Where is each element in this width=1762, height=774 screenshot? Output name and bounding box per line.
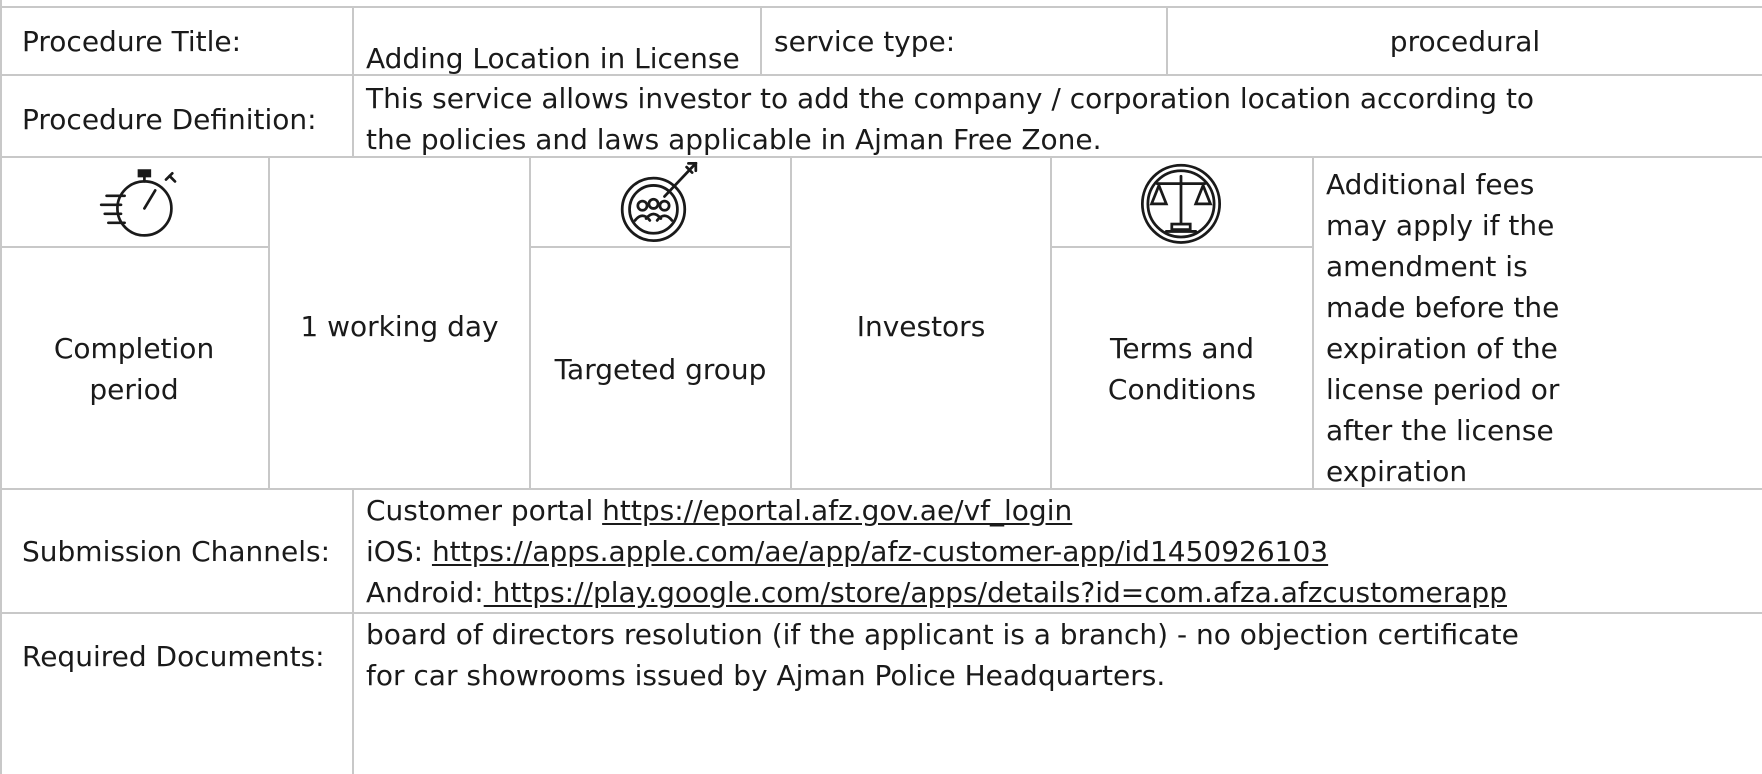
targeted-group-label: Targeted group — [554, 353, 767, 386]
procedure-definition-label: Procedure Definition: — [22, 103, 317, 136]
required-documents-line-1: board of directors resolution (if the ap… — [366, 618, 1519, 651]
terms-value-line: expiration — [1326, 455, 1468, 488]
terms-label-line-1: Terms and — [1109, 332, 1255, 365]
procedure-definition-line-1: This service allows investor to add the … — [366, 82, 1535, 115]
completion-period-value: 1 working day — [300, 310, 499, 343]
stopwatch-icon — [99, 169, 177, 237]
terms-label-line-2: Conditions — [1107, 373, 1257, 406]
procedure-title-value: Adding Location in License — [366, 42, 740, 75]
completion-period-label-line-1: Completion — [53, 332, 215, 365]
ios-link[interactable]: https://apps.apple.com/ae/app/afz-custom… — [432, 535, 1328, 568]
required-documents-label: Required Documents: — [22, 640, 325, 673]
portal-link[interactable]: https://eportal.afz.gov.ae/vf_login — [602, 494, 1072, 527]
android-prefix: Android: — [366, 576, 484, 609]
required-documents-line-2: for car showrooms issued by Ajman Police… — [366, 659, 1166, 692]
portal-prefix: Customer portal — [366, 494, 603, 527]
completion-period-label-line-2: period — [89, 373, 179, 406]
terms-value-line: after the license — [1326, 414, 1554, 447]
service-type-value: procedural — [1389, 25, 1541, 58]
submission-android-line: Android: https://play.google.com/store/a… — [366, 572, 1507, 613]
android-link[interactable]: https://play.google.com/store/apps/detai… — [484, 576, 1507, 609]
terms-value: Additional fees may apply if the amendme… — [1326, 164, 1559, 492]
target-group-icon — [620, 161, 698, 243]
terms-value-line: Additional fees — [1326, 168, 1535, 201]
scales-of-justice-icon — [1140, 163, 1222, 244]
targeted-group-value: Investors — [856, 310, 986, 343]
submission-ios-line: iOS: https://apps.apple.com/ae/app/afz-c… — [366, 531, 1328, 572]
service-type-label: service type: — [774, 25, 956, 58]
terms-value-line: amendment is — [1326, 250, 1528, 283]
submission-channels-label: Submission Channels: — [22, 535, 331, 568]
terms-value-line: may apply if the — [1326, 209, 1555, 242]
procedure-title-label: Procedure Title: — [22, 25, 242, 58]
terms-value-line: made before the — [1326, 291, 1560, 324]
procedure-definition-line-2: the policies and laws applicable in Ajma… — [366, 123, 1102, 156]
terms-value-line: license period or — [1326, 373, 1560, 406]
terms-value-line: expiration of the — [1326, 332, 1558, 365]
ios-prefix: iOS: — [366, 535, 432, 568]
submission-portal-line: Customer portal https://eportal.afz.gov.… — [366, 490, 1072, 531]
